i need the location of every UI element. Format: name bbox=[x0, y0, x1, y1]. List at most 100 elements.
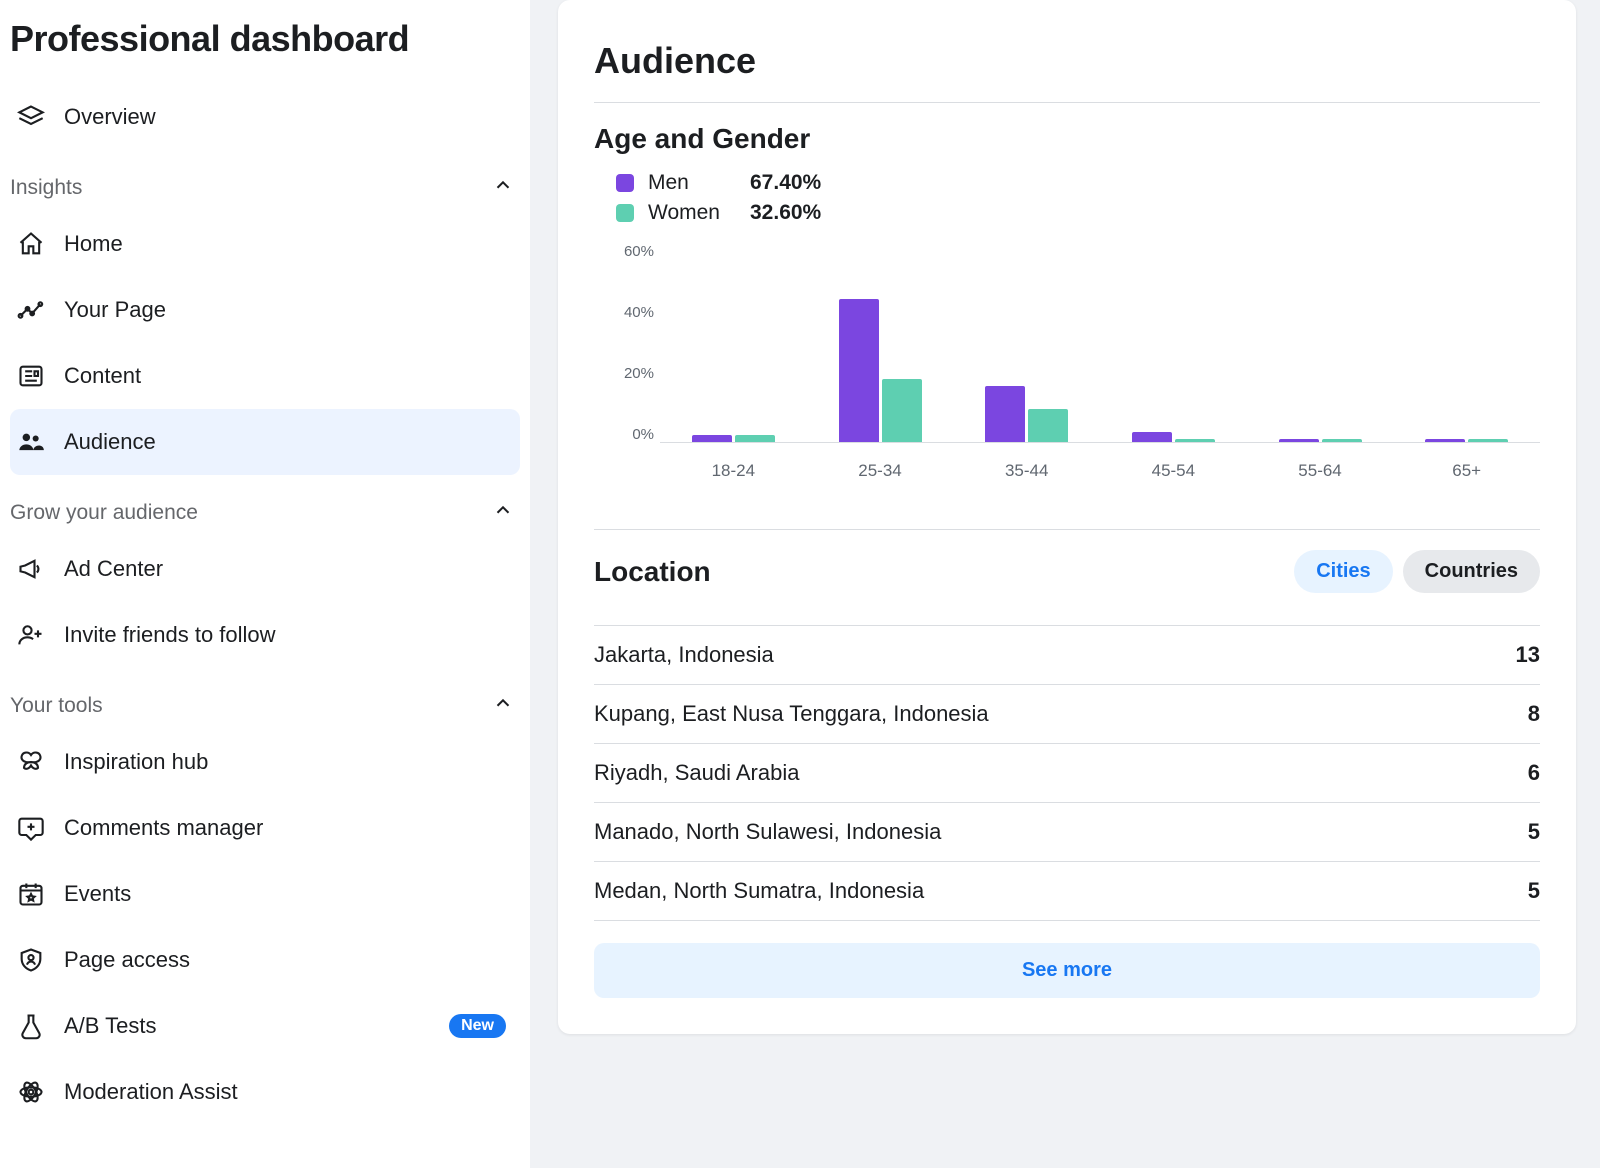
audience-card: Audience Age and Gender Men 67.40% Women… bbox=[558, 0, 1576, 1034]
sidebar-item-your-page[interactable]: Your Page bbox=[10, 277, 520, 343]
legend-men: Men 67.40% bbox=[616, 171, 1540, 195]
x-tick: 65+ bbox=[1393, 461, 1540, 481]
sidebar-item-inspiration-hub[interactable]: Inspiration hub bbox=[10, 729, 520, 795]
sidebar-item-overview[interactable]: Overview bbox=[10, 84, 520, 150]
trend-icon bbox=[16, 295, 46, 325]
x-tick: 45-54 bbox=[1100, 461, 1247, 481]
sidebar-item-ab-tests[interactable]: A/B Tests New bbox=[10, 993, 520, 1059]
location-count: 8 bbox=[1528, 701, 1540, 727]
location-row: Kupang, East Nusa Tenggara, Indonesia 8 bbox=[594, 685, 1540, 744]
x-tick: 55-64 bbox=[1247, 461, 1394, 481]
location-row: Medan, North Sumatra, Indonesia 5 bbox=[594, 862, 1540, 921]
sidebar-item-page-access[interactable]: Page access bbox=[10, 927, 520, 993]
location-row: Riyadh, Saudi Arabia 6 bbox=[594, 744, 1540, 803]
bar-women bbox=[1175, 439, 1215, 442]
chevron-up-icon bbox=[492, 692, 514, 719]
location-count: 6 bbox=[1528, 760, 1540, 786]
chart-x-axis: 18-2425-3435-4445-5455-6465+ bbox=[660, 461, 1540, 481]
chart-y-axis: 60%40%20%0% bbox=[594, 243, 654, 443]
bar-men bbox=[839, 299, 879, 442]
location-row: Manado, North Sulawesi, Indonesia5 bbox=[594, 803, 1540, 862]
location-place: Medan, North Sumatra, Indonesia bbox=[594, 878, 924, 904]
atom-icon bbox=[16, 1077, 46, 1107]
sidebar-item-label: A/B Tests bbox=[64, 1013, 431, 1039]
y-tick: 40% bbox=[624, 304, 654, 321]
megaphone-icon bbox=[16, 554, 46, 584]
section-header-insights[interactable]: Insights bbox=[10, 150, 520, 211]
swatch-men bbox=[616, 174, 634, 192]
newspaper-icon bbox=[16, 361, 46, 391]
bar-women bbox=[1028, 409, 1068, 442]
sidebar-item-content[interactable]: Content bbox=[10, 343, 520, 409]
bar-men bbox=[1132, 432, 1172, 442]
home-icon bbox=[16, 229, 46, 259]
location-place: Jakarta, Indonesia bbox=[594, 642, 774, 668]
location-place: Riyadh, Saudi Arabia bbox=[594, 760, 799, 786]
sidebar-item-moderation-assist[interactable]: Moderation Assist bbox=[10, 1059, 520, 1125]
sidebar-item-label: Your Page bbox=[64, 297, 514, 323]
page-title: Audience bbox=[594, 40, 1540, 82]
location-header: Location Cities Countries bbox=[594, 550, 1540, 593]
bar-group bbox=[660, 243, 807, 442]
sidebar-item-ad-center[interactable]: Ad Center bbox=[10, 536, 520, 602]
age-gender-chart: 60%40%20%0% 18-2425-3435-4445-5455-6465+ bbox=[594, 243, 1540, 481]
calendar-star-icon bbox=[16, 879, 46, 909]
location-count: 5 bbox=[1528, 878, 1540, 904]
sidebar-item-home[interactable]: Home bbox=[10, 211, 520, 277]
legend-value: 67.40% bbox=[750, 171, 821, 195]
section-title: Grow your audience bbox=[10, 501, 198, 525]
bar-men bbox=[1279, 439, 1319, 442]
legend-label: Women bbox=[648, 201, 736, 225]
section-header-grow[interactable]: Grow your audience bbox=[10, 475, 520, 536]
section-title: Your tools bbox=[10, 694, 103, 718]
y-tick: 20% bbox=[624, 365, 654, 382]
section-header-tools[interactable]: Your tools bbox=[10, 668, 520, 729]
sidebar-item-audience[interactable]: Audience bbox=[10, 409, 520, 475]
chevron-up-icon bbox=[492, 174, 514, 201]
bar-women bbox=[1322, 439, 1362, 442]
tab-cities[interactable]: Cities bbox=[1294, 550, 1392, 593]
sidebar-item-label: Content bbox=[64, 363, 514, 389]
location-tabs: Cities Countries bbox=[1294, 550, 1540, 593]
layers-icon bbox=[16, 102, 46, 132]
sidebar-item-invite[interactable]: Invite friends to follow bbox=[10, 602, 520, 668]
sidebar-item-label: Invite friends to follow bbox=[64, 622, 514, 648]
sidebar-item-label: Ad Center bbox=[64, 556, 514, 582]
butterfly-icon bbox=[16, 747, 46, 777]
legend-women: Women 32.60% bbox=[616, 201, 1540, 225]
shield-user-icon bbox=[16, 945, 46, 975]
sidebar-item-events[interactable]: Events bbox=[10, 861, 520, 927]
tab-countries[interactable]: Countries bbox=[1403, 550, 1540, 593]
comment-plus-icon bbox=[16, 813, 46, 843]
bar-group bbox=[1247, 243, 1394, 442]
sidebar-item-comments-manager[interactable]: Comments manager bbox=[10, 795, 520, 861]
location-place: Kupang, East Nusa Tenggara, Indonesia bbox=[594, 701, 989, 727]
bar-group bbox=[807, 243, 954, 442]
swatch-women bbox=[616, 204, 634, 222]
chart-legend: Men 67.40% Women 32.60% bbox=[616, 171, 1540, 225]
x-tick: 25-34 bbox=[807, 461, 954, 481]
location-count: 5 bbox=[1528, 819, 1540, 845]
sidebar-item-label: Events bbox=[64, 881, 514, 907]
chevron-up-icon bbox=[492, 499, 514, 526]
y-tick: 0% bbox=[632, 426, 654, 443]
divider bbox=[594, 529, 1540, 530]
see-more-button[interactable]: See more bbox=[594, 943, 1540, 998]
sidebar-item-label: Inspiration hub bbox=[64, 749, 514, 775]
people-icon bbox=[16, 427, 46, 457]
sidebar-item-label: Overview bbox=[64, 104, 514, 130]
section-title: Insights bbox=[10, 176, 82, 200]
main-content: Audience Age and Gender Men 67.40% Women… bbox=[530, 0, 1600, 1168]
bar-group bbox=[1393, 243, 1540, 442]
bar-women bbox=[735, 435, 775, 442]
bar-men bbox=[1425, 439, 1465, 442]
sidebar-item-label: Home bbox=[64, 231, 514, 257]
legend-value: 32.60% bbox=[750, 201, 821, 225]
bar-group bbox=[953, 243, 1100, 442]
bar-group bbox=[1100, 243, 1247, 442]
location-count: 13 bbox=[1516, 642, 1540, 668]
bar-men bbox=[985, 386, 1025, 442]
divider bbox=[594, 102, 1540, 103]
bar-women bbox=[882, 379, 922, 442]
chart-plot-area bbox=[660, 243, 1540, 443]
